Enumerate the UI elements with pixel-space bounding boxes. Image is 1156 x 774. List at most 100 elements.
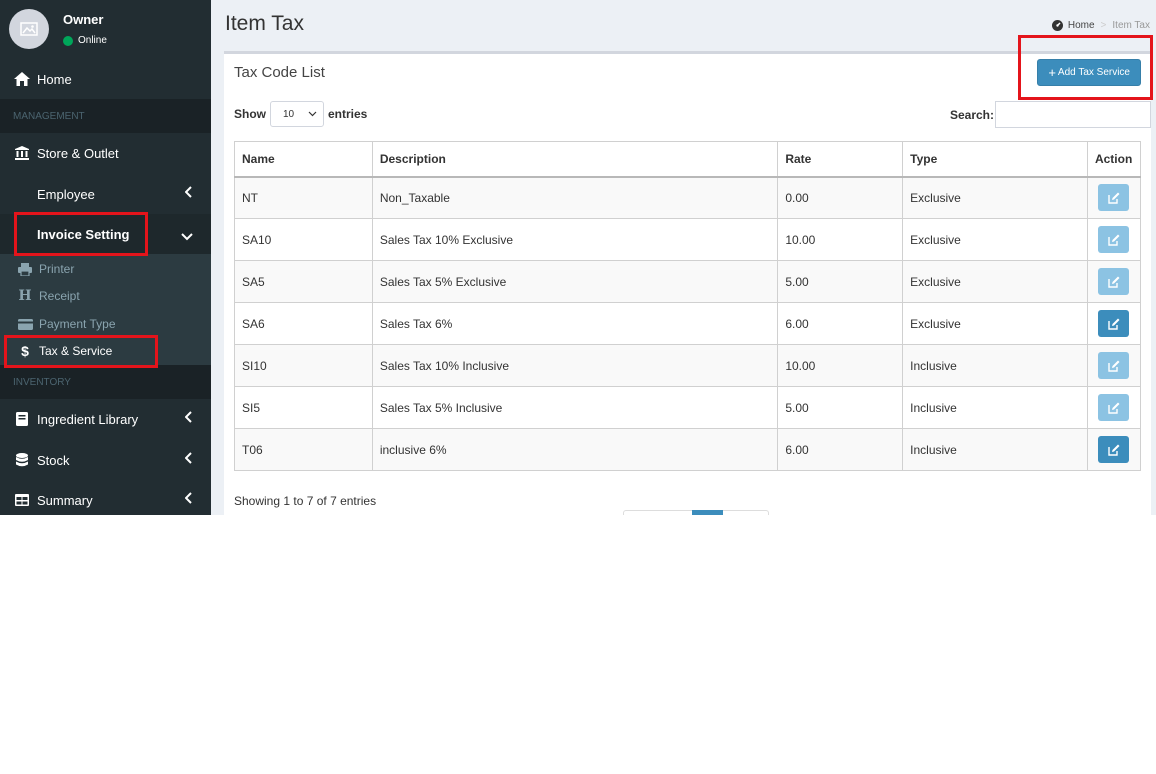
table-row: SA5 Sales Tax 5% Exclusive 5.00 Exclusiv… bbox=[234, 260, 1142, 303]
image-icon bbox=[20, 22, 38, 36]
edit-button[interactable] bbox=[1098, 436, 1130, 463]
cell-name: NT bbox=[234, 176, 373, 219]
column-header-type[interactable]: Type bbox=[902, 141, 1088, 178]
table-info: Showing 1 to 7 of 7 entries bbox=[234, 494, 377, 508]
tax-code-box: Tax Code List + Add Tax Service Show 10 … bbox=[224, 51, 1151, 515]
search-control: Search: bbox=[950, 101, 1151, 128]
sidebar-item-home[interactable]: Home bbox=[0, 59, 211, 99]
cell-name: SA5 bbox=[234, 260, 373, 303]
edit-icon bbox=[1108, 234, 1120, 246]
submenu-item-label: Printer bbox=[39, 262, 75, 276]
cell-name: SI10 bbox=[234, 344, 373, 387]
dashboard-icon bbox=[1051, 20, 1063, 31]
sidebar-item-stock[interactable]: Stock bbox=[0, 440, 211, 480]
user-panel: Owner Online bbox=[0, 0, 211, 60]
cell-description: inclusive 6% bbox=[371, 428, 779, 471]
online-status-icon bbox=[63, 35, 73, 46]
submenu-item-tax-service[interactable]: $ Tax & Service bbox=[0, 338, 211, 364]
sidebar-item-label: Summary bbox=[37, 492, 93, 508]
edit-button[interactable] bbox=[1098, 268, 1130, 295]
app-window: Owner Online Home MANAGEMENT Store & Out… bbox=[0, 0, 1156, 515]
cell-rate: 5.00 bbox=[777, 260, 904, 303]
user-status-label: Online bbox=[78, 35, 107, 46]
edit-button[interactable] bbox=[1098, 352, 1130, 379]
cell-rate: 0.00 bbox=[777, 176, 904, 219]
table-icon bbox=[14, 494, 30, 506]
sidebar-item-label: Stock bbox=[37, 452, 70, 468]
printer-icon bbox=[17, 262, 33, 276]
cell-description: Sales Tax 10% Exclusive bbox=[371, 218, 779, 261]
management-header: MANAGEMENT bbox=[0, 99, 211, 133]
cell-action bbox=[1086, 176, 1142, 219]
pagination-active-page[interactable] bbox=[692, 510, 723, 515]
cell-name: SI5 bbox=[234, 386, 373, 429]
cell-rate: 5.00 bbox=[777, 386, 904, 429]
plus-icon: + bbox=[1048, 65, 1056, 80]
chevron-left-icon bbox=[184, 186, 193, 201]
cell-description: Sales Tax 6% bbox=[371, 302, 779, 345]
cell-action bbox=[1086, 428, 1142, 471]
pagination bbox=[623, 510, 769, 515]
sidebar-item-summary[interactable]: Summary bbox=[0, 480, 211, 515]
table-row: SA6 Sales Tax 6% 6.00 Exclusive bbox=[234, 302, 1142, 345]
cell-description: Sales Tax 5% Exclusive bbox=[371, 260, 779, 303]
sidebar-item-ingredient-library[interactable]: Ingredient Library bbox=[0, 399, 211, 439]
column-header-action: Action bbox=[1086, 141, 1142, 178]
search-input[interactable] bbox=[995, 101, 1151, 128]
length-value: 10 bbox=[283, 108, 295, 120]
edit-button[interactable] bbox=[1098, 226, 1130, 253]
cell-name: T06 bbox=[234, 428, 373, 471]
table-header-row: Name Description Rate Type Action bbox=[234, 141, 1142, 178]
box-title: Tax Code List bbox=[234, 64, 325, 81]
edit-button[interactable] bbox=[1098, 184, 1130, 212]
cell-description: Sales Tax 10% Inclusive bbox=[371, 344, 779, 387]
submenu-item-receipt[interactable]: H Receipt bbox=[0, 283, 211, 309]
user-name: Owner bbox=[63, 12, 104, 27]
edit-icon bbox=[1108, 444, 1120, 456]
submenu-item-printer[interactable]: Printer bbox=[0, 256, 211, 282]
chevron-left-icon bbox=[184, 492, 193, 507]
submenu-item-payment-type[interactable]: Payment Type bbox=[0, 311, 211, 337]
sidebar-item-label: Store & Outlet bbox=[37, 145, 119, 161]
table-row: NT Non_Taxable 0.00 Exclusive bbox=[234, 176, 1142, 219]
sidebar-item-label: Home bbox=[37, 71, 72, 87]
sidebar-item-invoice-setting[interactable]: Invoice Setting bbox=[0, 214, 211, 254]
edit-button[interactable] bbox=[1098, 310, 1130, 337]
table-row: SI10 Sales Tax 10% Inclusive 10.00 Inclu… bbox=[234, 344, 1142, 387]
column-header-name[interactable]: Name bbox=[234, 141, 373, 178]
chevron-down-icon bbox=[308, 111, 317, 117]
database-icon bbox=[14, 453, 30, 467]
cell-name: SA10 bbox=[234, 218, 373, 261]
edit-icon bbox=[1108, 192, 1120, 204]
entries-length-select[interactable]: 10 bbox=[270, 101, 324, 127]
cell-type: Inclusive bbox=[902, 344, 1088, 387]
credit-card-icon bbox=[17, 318, 33, 330]
column-header-description[interactable]: Description bbox=[371, 141, 779, 178]
cell-rate: 10.00 bbox=[777, 344, 904, 387]
cell-type: Exclusive bbox=[902, 260, 1088, 303]
dollar-icon: $ bbox=[21, 343, 29, 359]
edit-icon bbox=[1108, 318, 1120, 330]
submenu-item-label: Receipt bbox=[39, 289, 80, 303]
sidebar-item-employee[interactable]: Employee bbox=[0, 174, 211, 214]
edit-icon bbox=[1108, 402, 1120, 414]
breadcrumb-home-link[interactable]: Home bbox=[1068, 20, 1095, 31]
cell-description: Non_Taxable bbox=[371, 176, 779, 219]
table-row: SA10 Sales Tax 10% Exclusive 10.00 Exclu… bbox=[234, 218, 1142, 261]
column-header-rate[interactable]: Rate bbox=[777, 141, 904, 178]
cell-description: Sales Tax 5% Inclusive bbox=[371, 386, 779, 429]
add-tax-service-button[interactable]: + Add Tax Service bbox=[1037, 59, 1141, 86]
avatar[interactable] bbox=[9, 9, 49, 49]
inventory-header: INVENTORY bbox=[0, 365, 211, 399]
cell-action bbox=[1086, 386, 1142, 429]
table-row: T06 inclusive 6% 6.00 Inclusive bbox=[234, 428, 1142, 471]
cell-rate: 6.00 bbox=[777, 428, 904, 471]
length-suffix: entries bbox=[328, 107, 368, 121]
cell-action bbox=[1086, 218, 1142, 261]
sidebar-item-store-outlet[interactable]: Store & Outlet bbox=[0, 133, 211, 173]
entries-length-control: Show 10 entries bbox=[234, 101, 367, 127]
sidebar-item-label: Employee bbox=[37, 186, 95, 202]
edit-icon bbox=[1108, 276, 1120, 288]
sidebar-item-label: Invoice Setting bbox=[37, 226, 130, 242]
edit-button[interactable] bbox=[1098, 394, 1130, 421]
